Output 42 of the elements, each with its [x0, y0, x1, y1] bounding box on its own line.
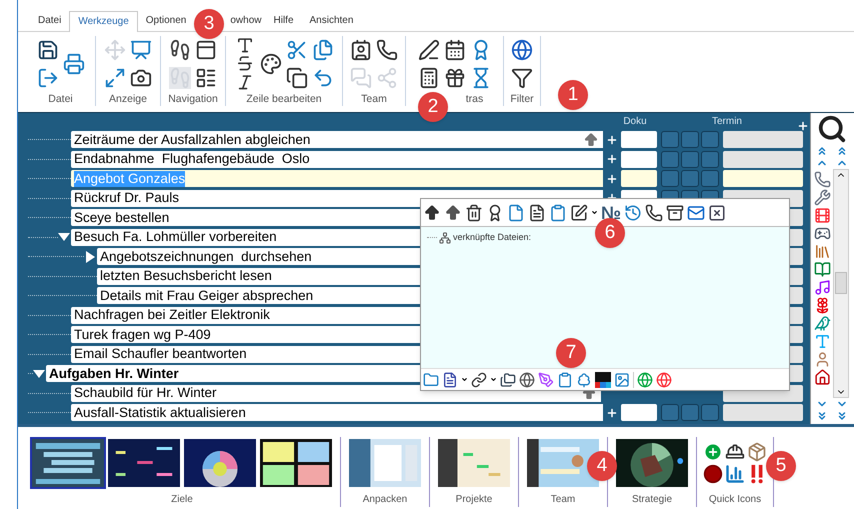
- task-row[interactable]: Ausfall-Statistik aktualisieren: [71, 404, 603, 422]
- task-row[interactable]: Endabnahme Flughafengebäude Oslo: [71, 150, 603, 168]
- tree-node-label[interactable]: verknüpfte Dateien:: [453, 231, 532, 244]
- group-label: Datei: [48, 92, 73, 106]
- task-label: Schaubild für Hr. Winter: [74, 385, 217, 402]
- task-row[interactable]: Zeiträume der Ausfallzahlen abgleichen: [71, 131, 603, 148]
- gallery-label: Projekte: [456, 493, 492, 507]
- gallery-label: Team: [550, 493, 576, 507]
- task-label: Zeiträume der Ausfallzahlen abgleichen: [74, 132, 310, 148]
- group-label: Navigation: [168, 92, 218, 106]
- task-label: Sceye bestellen: [74, 210, 170, 226]
- ribbon-tab[interactable]: Ansichten: [302, 10, 362, 31]
- ribbon-tab[interactable]: Datei: [30, 10, 70, 31]
- column-header: Termin: [710, 114, 743, 129]
- callout-badge: 3: [194, 9, 224, 39]
- ribbon-tab[interactable]: Werkzeuge: [69, 10, 138, 32]
- group-label: Filter: [510, 92, 534, 106]
- task-label: Aufgaben Hr. Winter: [49, 366, 179, 382]
- group-label: Team: [361, 92, 387, 106]
- task-label: Turek fragen wg P-409: [74, 326, 211, 343]
- task-label: Endabnahme Flughafengebäude Oslo: [74, 151, 310, 168]
- ribbon-tab[interactable]: Hilfe: [266, 10, 302, 31]
- gallery-label: Ziele: [171, 493, 193, 507]
- group-label: Anzeige: [109, 92, 147, 106]
- callout-badge: 5: [766, 451, 796, 481]
- ribbon-tab[interactable]: owhow: [226, 10, 266, 31]
- gallery-label: Quick Icons: [708, 493, 762, 507]
- gallery-label: Anpacken: [362, 493, 408, 507]
- ribbon-tab[interactable]: Optionen: [138, 10, 194, 31]
- gallery-label: Strategie: [632, 493, 672, 507]
- task-label: Angebot Gonzales: [74, 170, 186, 187]
- group-label: tras: [466, 92, 484, 106]
- task-label: Details mit Frau Geiger absprechen: [100, 288, 314, 304]
- task-label: Angebotszeichnungen durchsehen: [100, 248, 312, 265]
- task-label: Ausfall-Statistik aktualisieren: [74, 404, 246, 421]
- column-header: Doku: [622, 114, 648, 129]
- task-label: Email Schaufler beantworten: [74, 346, 247, 362]
- task-label: Besuch Fa. Lohmüller vorbereiten: [74, 229, 277, 246]
- task-label: Rückruf Dr. Pauls: [74, 190, 180, 206]
- group-label: Zeile bearbeiten: [246, 92, 322, 106]
- task-label: Nachfragen bei Zeitler Elektronik: [74, 307, 270, 324]
- task-label: letzten Besuchsbericht lesen: [100, 268, 272, 284]
